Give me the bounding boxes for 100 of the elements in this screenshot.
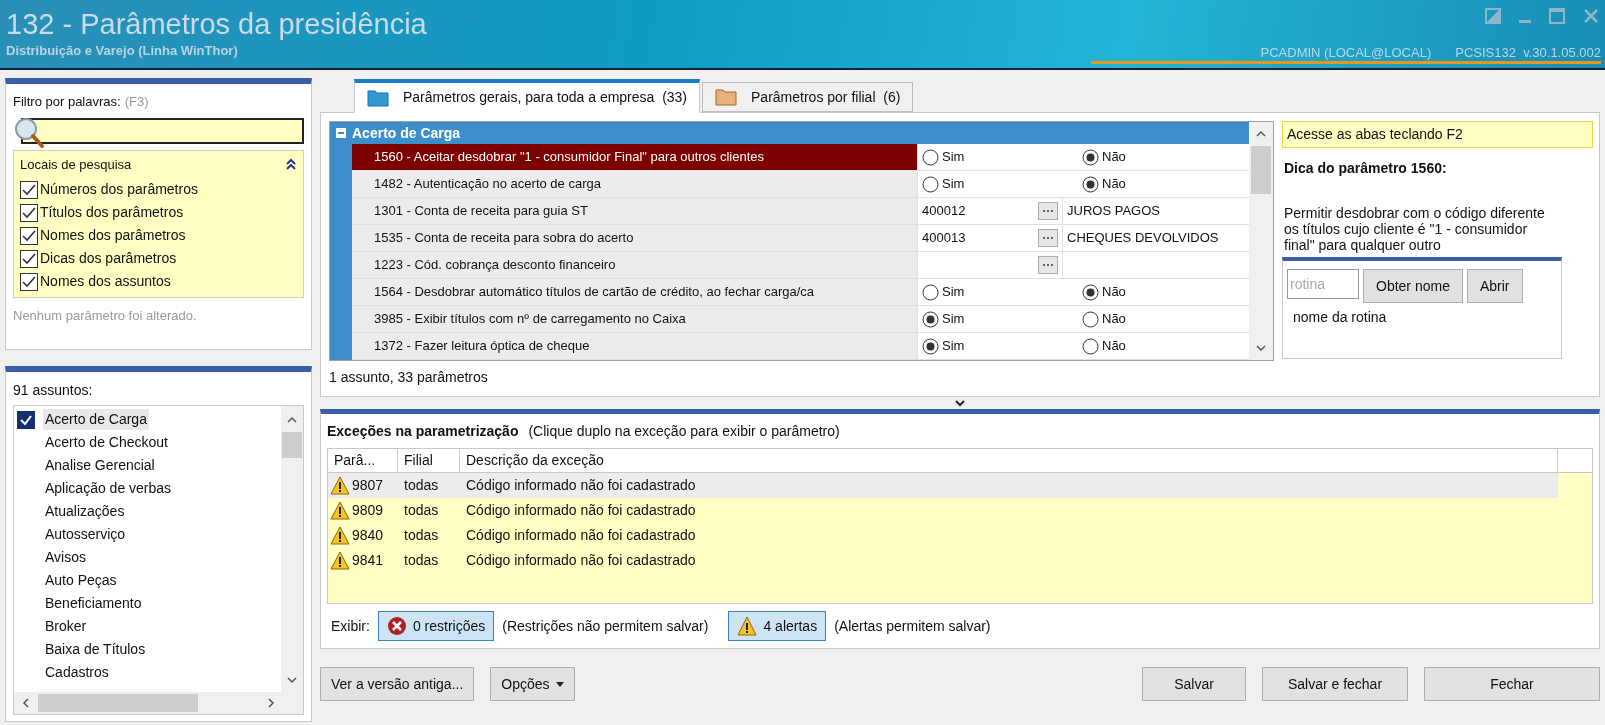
folder-icon xyxy=(715,87,738,107)
lookup-button[interactable] xyxy=(1038,202,1058,220)
scrollbar-thumb[interactable] xyxy=(282,432,302,458)
selected-radio[interactable] xyxy=(922,337,939,355)
radio[interactable] xyxy=(922,283,939,301)
table-cell-text: 9807 xyxy=(352,476,384,495)
chevron-down-icon[interactable] xyxy=(954,399,966,407)
list-item[interactable]: Beneficiamento xyxy=(43,593,144,614)
table-cell-text: todas xyxy=(403,476,440,495)
button[interactable]: Salvar xyxy=(1142,667,1246,701)
table-cell-text: todas xyxy=(403,501,440,520)
selected-radio[interactable] xyxy=(1082,148,1099,166)
radio[interactable] xyxy=(1082,337,1099,355)
selected-radio[interactable] xyxy=(922,310,939,328)
list-item[interactable]: Baixa de Títulos xyxy=(43,639,148,660)
exception-row[interactable]: 9807 todas Código informado não foi cadastrado xyxy=(328,473,1558,498)
parameter-title[interactable]: 1372 - Fazer leitura óptica de cheque xyxy=(352,333,918,359)
checked-checkbox[interactable] xyxy=(20,180,38,199)
parameter-title[interactable]: 1560 - Aceitar desdobrar "1 - consumidor Final" para outros clientes xyxy=(352,144,918,170)
lookup-button[interactable] xyxy=(1038,229,1058,247)
tab[interactable]: Parâmetros gerais, para toda a empresa (33) xyxy=(354,79,701,113)
warning-icon xyxy=(330,551,350,570)
warning-icon xyxy=(330,476,350,495)
scroll-down-icon[interactable] xyxy=(1255,342,1267,354)
list-item[interactable]: Avisos xyxy=(43,547,88,568)
summary-text: 1 assunto, 33 parâmetros xyxy=(329,368,489,387)
parameter-title[interactable]: 1535 - Conta de receita para sobra do acerto xyxy=(352,225,918,251)
ellipsis-icon xyxy=(1042,209,1054,213)
scrollbar-thumb[interactable] xyxy=(1251,146,1271,194)
scrollbar-thumb[interactable] xyxy=(38,694,198,712)
list-item[interactable]: Cadastros xyxy=(43,662,111,683)
radio-label: Sim xyxy=(942,283,965,302)
checkbox-label: Nomes dos assuntos xyxy=(40,272,171,291)
list-item[interactable]: Autosserviço xyxy=(43,524,128,545)
code-description: CHEQUES DEVOLVIDOS xyxy=(1066,229,1219,248)
tab[interactable]: Parâmetros por filial (6) xyxy=(702,82,914,112)
radio-label: Não xyxy=(1102,310,1126,329)
list-item[interactable]: Analise Gerencial xyxy=(43,455,157,476)
button[interactable]: Abrir xyxy=(1466,269,1523,303)
user-info: PCADMIN (LOCAL@LOCAL) xyxy=(1260,45,1432,61)
code-description: JUROS PAGOS xyxy=(1066,202,1160,221)
hint-text: Permitir desdobrar com o código diferente os títulos cujo cliente é "1 - consumidor final" para qualquer outro xyxy=(1283,205,1546,255)
checkbox-label: Nomes dos parâmetros xyxy=(40,226,186,245)
list-item[interactable]: Broker xyxy=(43,616,89,637)
routine-name: nome da rotina xyxy=(1292,308,1388,327)
checkbox-label: Dicas dos parâmetros xyxy=(40,249,177,268)
selected-radio[interactable] xyxy=(1082,283,1099,301)
checked-checkbox[interactable] xyxy=(20,272,38,291)
checked-checkbox[interactable] xyxy=(17,410,35,429)
table-cell-text: Código informado não foi cadastrado xyxy=(465,501,697,520)
exception-row[interactable]: 9841 todas Código informado não foi cadastrado xyxy=(328,548,1558,573)
column-header[interactable]: Parâ... xyxy=(328,449,398,472)
search-field[interactable] xyxy=(21,117,304,144)
version-info: PCSIS132 v.30.1.05.002 xyxy=(1455,45,1601,61)
checked-checkbox[interactable] xyxy=(20,226,38,245)
window-title: 132 - Parâmetros da presidência xyxy=(6,7,427,42)
note-text: (Alertas permitem salvar) xyxy=(834,616,991,636)
window-subtitle: Distribuição e Varejo (Linha WinThor) xyxy=(6,42,238,61)
list-item[interactable]: Acerto de Checkout xyxy=(43,432,170,453)
scroll-down-icon[interactable] xyxy=(286,674,298,686)
button[interactable]: Salvar e fechar xyxy=(1262,667,1408,701)
subjects-count: 91 assuntos: xyxy=(13,381,94,400)
exception-row[interactable]: 9840 todas Código informado não foi cadastrado xyxy=(328,523,1558,548)
list-item[interactable]: Atualizações xyxy=(43,501,127,522)
routine-field[interactable]: rotina xyxy=(1287,269,1359,299)
radio[interactable] xyxy=(922,148,939,166)
list-item[interactable]: Aplicação de verbas xyxy=(43,478,174,499)
selected-radio[interactable] xyxy=(1082,175,1099,193)
checked-checkbox[interactable] xyxy=(20,203,38,222)
button[interactable]: Fechar xyxy=(1424,667,1600,701)
list-item[interactable]: Auto Peças xyxy=(43,570,119,591)
parameter-title[interactable]: 1564 - Desdobrar automático títulos de cartão de crédito, ao fechar carga/ca xyxy=(352,279,918,305)
parameter-title[interactable]: 1482 - Autenticação no acerto de carga xyxy=(352,171,918,197)
scroll-left-icon[interactable] xyxy=(20,697,32,709)
parameter-title[interactable]: 1223 - Cód. cobrança desconto financeiro xyxy=(352,252,918,278)
checked-checkbox[interactable] xyxy=(20,249,38,268)
table-cell-text: Código informado não foi cadastrado xyxy=(465,476,697,495)
scroll-right-icon[interactable] xyxy=(265,697,277,709)
column-header[interactable]: Filial xyxy=(398,449,460,472)
radio[interactable] xyxy=(922,175,939,193)
lookup-button[interactable] xyxy=(1038,256,1058,274)
ellipsis-icon xyxy=(1042,236,1054,240)
shortcut-hint: (F3) xyxy=(124,93,149,111)
column-header[interactable]: Descrição da exceção xyxy=(460,449,1558,472)
parameter-title[interactable]: 3985 - Exibir títulos com nº de carregamento no Caixa xyxy=(352,306,918,332)
table-cell-text: 9841 xyxy=(352,551,384,570)
radio[interactable] xyxy=(1082,310,1099,328)
table-cell-text: 9809 xyxy=(352,501,384,520)
restrictions-toggle[interactable]: 0 restrições xyxy=(377,611,495,641)
hint-title: Dica do parâmetro 1560: xyxy=(1283,159,1448,178)
status-text: Nenhum parâmetro foi alterado. xyxy=(13,307,198,325)
panel-title: Exceções na parametrização xyxy=(327,421,519,441)
alerts-toggle[interactable]: 4 alertas xyxy=(728,611,827,641)
button[interactable]: Ver a versão antiga... xyxy=(320,667,475,701)
exception-row[interactable]: 9809 todas Código informado não foi cadastrado xyxy=(328,498,1558,523)
button[interactable]: Obter nome xyxy=(1363,269,1463,303)
collapse-icon[interactable] xyxy=(285,158,297,171)
parameter-title[interactable]: 1301 - Conta de receita para guia ST xyxy=(352,198,918,224)
list-item[interactable]: Acerto de Carga xyxy=(43,409,149,430)
button[interactable]: Opções xyxy=(490,667,575,701)
